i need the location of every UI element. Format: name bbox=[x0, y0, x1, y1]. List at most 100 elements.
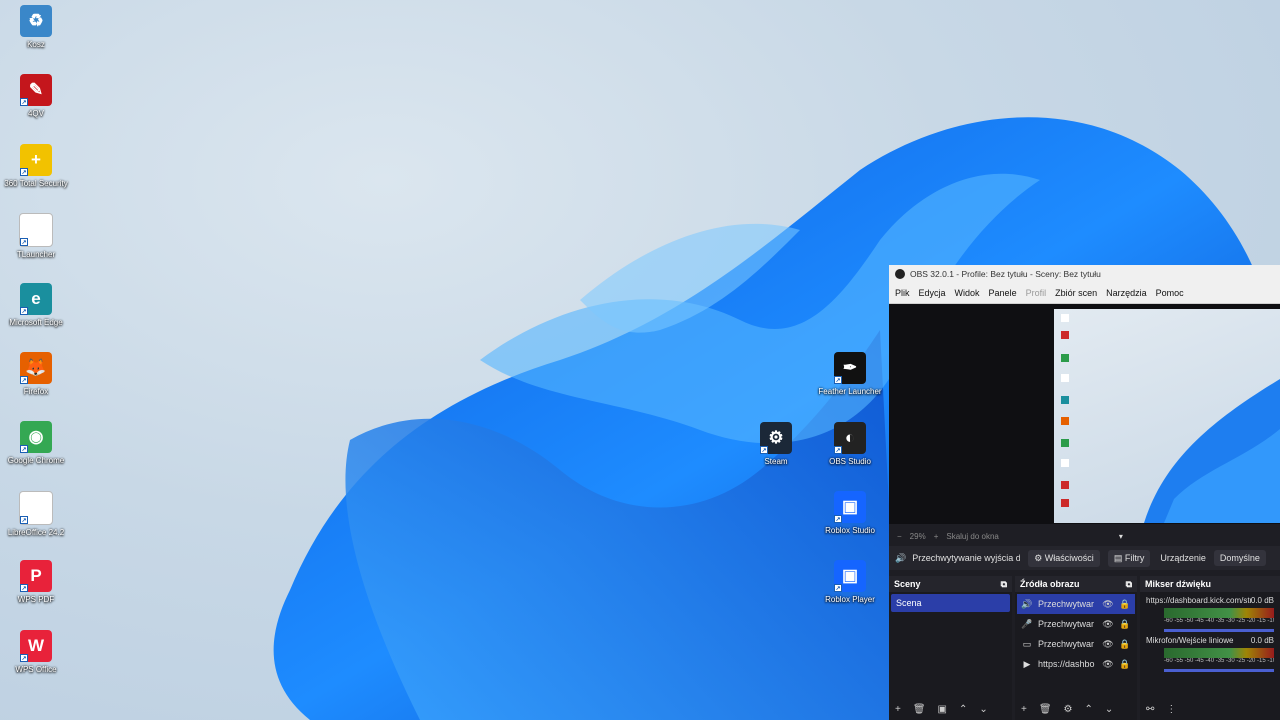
scenes-dock: Sceny ⧉ Scena + 🗑 ▣ ⌃ ⌄ bbox=[889, 576, 1012, 720]
zoom-in-button[interactable]: + bbox=[934, 532, 939, 541]
desktop-icon-label: Roblox Player bbox=[825, 595, 875, 604]
link-icon[interactable]: ⚯ bbox=[1146, 704, 1154, 715]
channel-db: 0.0 dB bbox=[1250, 636, 1274, 645]
more-icon[interactable]: ⋮ bbox=[1166, 704, 1176, 715]
edge-icon: e ↗ bbox=[20, 282, 52, 315]
eye-icon[interactable]: 👁 bbox=[1101, 659, 1115, 670]
shortcut-arrow-icon: ↗ bbox=[834, 376, 842, 384]
desktop-icon[interactable]: e ↗ Microsoft Edge bbox=[1, 282, 71, 328]
shortcut-arrow-icon: ↗ bbox=[20, 653, 28, 662]
trash-icon[interactable]: 🗑 bbox=[1039, 704, 1052, 715]
menu-panele[interactable]: Panele bbox=[989, 288, 1017, 298]
add-icon[interactable]: + bbox=[1021, 704, 1027, 715]
add-icon[interactable]: + bbox=[895, 704, 901, 715]
menu-zbior-scen[interactable]: Zbiór scen bbox=[1055, 288, 1097, 298]
desktop-icon[interactable]: W ↗ WPS Office bbox=[1, 629, 71, 675]
mixer-channel: https://dashboard.kick.com/strea 0.0 dB -6… bbox=[1140, 592, 1280, 632]
chrome-icon: ◉ ↗ bbox=[20, 421, 52, 454]
desktop-icon[interactable]: ▣ ↗ Roblox Studio bbox=[815, 491, 885, 536]
lock-icon[interactable]: 🔒 bbox=[1118, 599, 1132, 610]
shortcut-arrow-icon: ↗ bbox=[20, 167, 28, 176]
source-row[interactable]: 🔊 Przechwytwar 👁 🔒 bbox=[1017, 594, 1135, 614]
shortcut-arrow-icon: ↗ bbox=[834, 515, 842, 523]
source-name: Przechwytwar bbox=[1038, 599, 1095, 609]
desktop-icon[interactable]: ✒ ↗ Feather Launcher bbox=[815, 352, 885, 397]
desktop-icon-label: 360 Total Security bbox=[4, 178, 68, 188]
wps-office-icon: W ↗ bbox=[20, 629, 52, 662]
lock-icon[interactable]: 🔒 bbox=[1118, 619, 1132, 630]
desktop-icon-label: Microsoft Edge bbox=[9, 317, 63, 327]
eye-icon[interactable]: 👁 bbox=[1101, 619, 1115, 630]
eye-icon[interactable]: 👁 bbox=[1101, 639, 1115, 650]
desktop-icon-label: Firefox bbox=[23, 387, 49, 396]
channel-db: 0.0 dB bbox=[1250, 596, 1274, 605]
desktop-icon-label: Steam bbox=[764, 457, 788, 466]
shield-plus-icon: + ↗ bbox=[20, 143, 52, 176]
lock-icon[interactable]: 🔒 bbox=[1118, 639, 1132, 650]
mixer-channel: Mikrofon/Wejście liniowe 0.0 dB -60 -55 -5… bbox=[1140, 632, 1280, 672]
obs-preview[interactable] bbox=[889, 304, 1280, 524]
shortcut-arrow-icon: ↗ bbox=[20, 515, 28, 524]
meter-ticks: -60 -55 -50 -45 -40 -35 -30 -25 -20 -15 … bbox=[1164, 618, 1274, 624]
source-name: https://dashbo bbox=[1038, 659, 1095, 669]
dock-menu-icon[interactable]: ⧉ bbox=[1001, 579, 1007, 590]
source-row[interactable]: ▭ Przechwytwar 👁 🔒 bbox=[1017, 634, 1135, 654]
gear-icon[interactable]: ⚙ bbox=[1064, 704, 1073, 715]
scene-filters-icon[interactable]: ▣ bbox=[938, 704, 947, 715]
move-up-icon[interactable]: ⌃ bbox=[1085, 704, 1093, 715]
move-up-icon[interactable]: ⌃ bbox=[959, 704, 967, 715]
desktop-icon-label: TLauncher bbox=[16, 250, 56, 260]
menu-pomoc[interactable]: Pomoc bbox=[1156, 288, 1184, 298]
desktop-icon[interactable]: ◉ ↗ Google Chrome bbox=[1, 421, 71, 466]
steam-icon: ⚙ ↗ bbox=[760, 422, 792, 454]
preview-desktop-capture bbox=[1054, 309, 1280, 523]
volume-meter bbox=[1164, 608, 1274, 618]
filters-button[interactable]: ▤ Filtry bbox=[1107, 549, 1151, 567]
desktop-icon[interactable]: P ↗ WPS PDF bbox=[1, 560, 71, 605]
menu-edycja[interactable]: Edycja bbox=[919, 288, 946, 298]
shortcut-arrow-icon: ↗ bbox=[20, 445, 28, 454]
eye-icon[interactable]: 👁 bbox=[1101, 599, 1115, 610]
desktop-icon[interactable]: ▣ ↗ Roblox Player bbox=[815, 560, 885, 605]
active-source-name: Przechwytywanie wyjścia d bbox=[912, 553, 1021, 563]
move-down-icon[interactable]: ⌄ bbox=[979, 704, 987, 715]
menu-profil[interactable]: Profil bbox=[1026, 288, 1047, 298]
source-row[interactable]: 🎤 Przechwytwar 👁 🔒 bbox=[1017, 614, 1135, 634]
desktop-icon[interactable]: ◐ ↗ OBS Studio bbox=[815, 422, 885, 467]
move-down-icon[interactable]: ⌄ bbox=[1105, 704, 1113, 715]
source-toolbar: 🔊 Przechwytywanie wyjścia d ⚙ Właściwośc… bbox=[889, 546, 1280, 570]
desktop-icon[interactable]: ⚙ ↗ Steam bbox=[741, 422, 811, 467]
source-row[interactable]: ▶ https://dashbo 👁 🔒 bbox=[1017, 654, 1135, 674]
chevron-down-icon[interactable]: ▾ bbox=[1119, 532, 1123, 541]
device-select[interactable]: Domyślne bbox=[1213, 550, 1266, 566]
volume-slider[interactable] bbox=[1164, 669, 1274, 672]
desktop-icon[interactable]: ↗ LibreOffice 24.2 bbox=[1, 490, 71, 538]
zoom-out-button[interactable]: − bbox=[897, 532, 902, 541]
desktop-icon[interactable]: ✎ ↗ 4QV bbox=[1, 74, 71, 119]
zoom-mode-select[interactable]: Skaluj do okna bbox=[946, 532, 998, 541]
file-icon: ↗ bbox=[19, 213, 53, 248]
lock-icon[interactable]: 🔒 bbox=[1118, 659, 1132, 670]
shortcut-arrow-icon: ↗ bbox=[20, 238, 28, 247]
desktop-icon[interactable]: ♻ Kosz bbox=[1, 5, 71, 50]
desktop-icon[interactable]: + ↗ 360 Total Security bbox=[1, 143, 71, 189]
desktop-icon[interactable]: 🦊 ↗ Firefox bbox=[1, 352, 71, 397]
trash-icon[interactable]: 🗑 bbox=[913, 704, 926, 715]
feather-icon: ✒ ↗ bbox=[834, 352, 866, 384]
shortcut-arrow-icon: ↗ bbox=[760, 446, 768, 454]
menu-widok[interactable]: Widok bbox=[955, 288, 980, 298]
volume-slider[interactable] bbox=[1164, 629, 1274, 632]
desktop-icon[interactable]: ↗ TLauncher bbox=[1, 213, 71, 260]
meter-ticks: -60 -55 -50 -45 -40 -35 -30 -25 -20 -15 … bbox=[1164, 658, 1274, 664]
shortcut-arrow-icon: ↗ bbox=[20, 376, 28, 384]
menu-plik[interactable]: Plik bbox=[895, 288, 910, 298]
shortcut-arrow-icon: ↗ bbox=[834, 446, 842, 454]
menu-narzedzia[interactable]: Narzędzia bbox=[1106, 288, 1147, 298]
dock-menu-icon[interactable]: ⧉ bbox=[1126, 579, 1132, 590]
properties-button[interactable]: ⚙ Właściwości bbox=[1028, 549, 1100, 567]
mixer-header: Mikser dźwięku bbox=[1145, 579, 1212, 589]
desktop-icon-label: WPS PDF bbox=[17, 595, 55, 605]
channel-name: https://dashboard.kick.com/strea bbox=[1146, 596, 1251, 605]
obs-title-bar[interactable]: OBS 32.0.1 - Profile: Bez tytułu - Sceny… bbox=[889, 265, 1280, 283]
scene-item[interactable]: Scena bbox=[891, 594, 1010, 612]
